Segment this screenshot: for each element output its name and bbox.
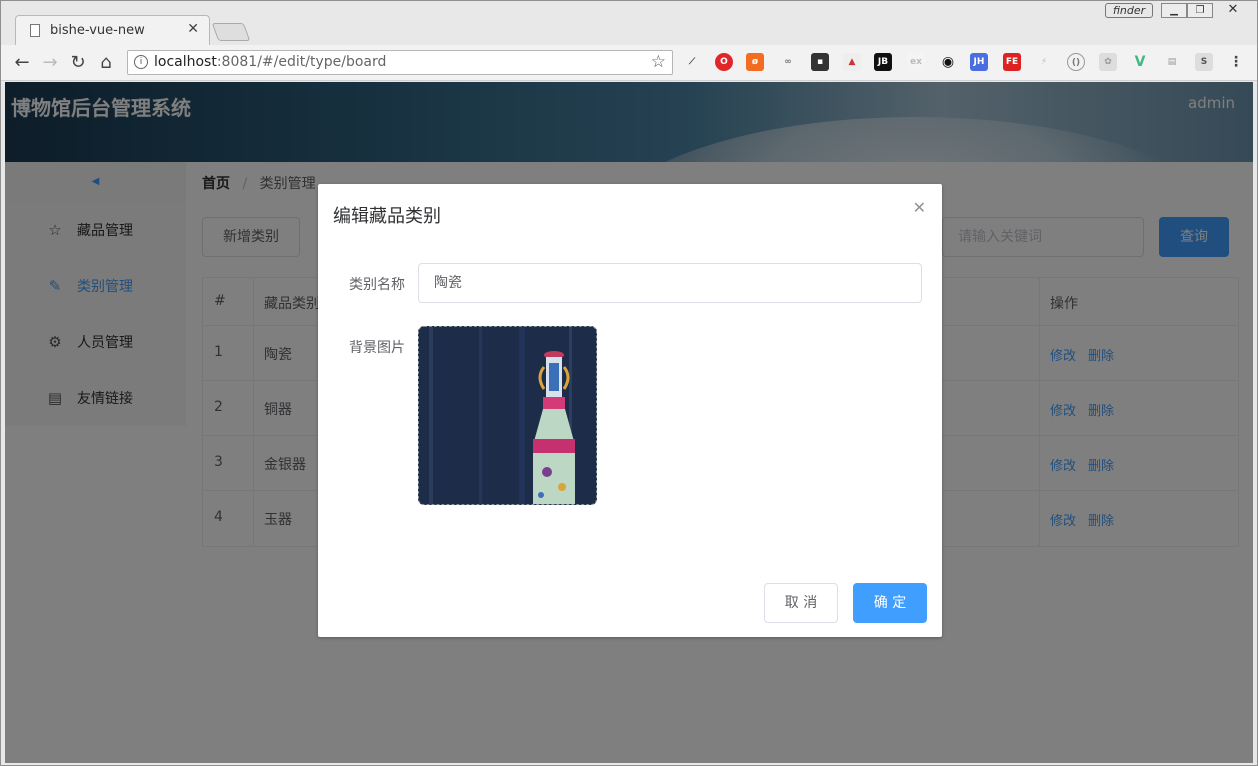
- info-icon[interactable]: i: [134, 55, 148, 69]
- dialog-title: 编辑藏品类别: [333, 206, 441, 227]
- background-image-label: 背景图片: [349, 340, 405, 356]
- forward-icon[interactable]: →: [39, 52, 61, 74]
- minimize-button[interactable]: ▁: [1161, 3, 1187, 18]
- maximize-button[interactable]: ❐: [1187, 3, 1213, 18]
- page: 博物馆后台管理系统 admin ◀ 首页 / 类别管理 ☆ 藏品管理 ✎ 类别管…: [5, 82, 1253, 763]
- address-bar[interactable]: i localhost:8081/#/edit/type/board ☆: [127, 50, 673, 75]
- cancel-button[interactable]: 取 消: [764, 583, 838, 623]
- back-icon[interactable]: ←: [11, 52, 33, 74]
- jetbrains-icon[interactable]: JB: [874, 53, 892, 71]
- extension-icon-10[interactable]: (): [1067, 53, 1085, 71]
- close-icon[interactable]: ✕: [913, 198, 926, 217]
- finder-badge: finder: [1105, 3, 1153, 18]
- extension-icon-9[interactable]: ⚡: [1035, 53, 1053, 71]
- new-tab-button[interactable]: [211, 23, 251, 41]
- extension-icon-4[interactable]: ▪: [811, 53, 829, 71]
- extension-icon-2[interactable]: ø: [746, 53, 764, 71]
- browser-toolbar: ← → ↻ ⌂ i localhost:8081/#/edit/type/boa…: [1, 45, 1257, 81]
- bookmark-star-icon[interactable]: ☆: [651, 52, 666, 72]
- extension-icon-5[interactable]: ▲: [843, 53, 861, 71]
- extension-icon-12[interactable]: ▤: [1163, 53, 1181, 71]
- extension-icon-13[interactable]: S: [1195, 53, 1213, 71]
- image-uploader[interactable]: [418, 326, 597, 505]
- extension-icon-11[interactable]: ✿: [1099, 53, 1117, 71]
- vase-thumbnail: [419, 327, 596, 504]
- extension-icon-7[interactable]: JH: [970, 53, 988, 71]
- reload-icon[interactable]: ↻: [67, 52, 89, 74]
- tab-close-icon[interactable]: ✕: [187, 21, 199, 37]
- home-icon[interactable]: ⌂: [95, 52, 117, 74]
- browser-tab[interactable]: bishe-vue-new ✕: [15, 15, 210, 45]
- menu-icon[interactable]: ⋮: [1227, 53, 1245, 71]
- tab-title: bishe-vue-new: [50, 23, 145, 38]
- extension-icon-1[interactable]: ⟋: [683, 53, 701, 71]
- url-text: localhost:8081/#/edit/type/board: [154, 54, 387, 70]
- category-name-input[interactable]: 陶瓷: [418, 263, 922, 303]
- category-name-label: 类别名称: [349, 277, 405, 293]
- browser-window: bishe-vue-new ✕ finder ▁ ❐ ✕ ← → ↻ ⌂ i l…: [0, 0, 1258, 766]
- edit-category-dialog: 编辑藏品类别 ✕ 类别名称 陶瓷 背景图片 取 消 确 定: [318, 184, 942, 637]
- eye-icon[interactable]: ◉: [939, 53, 957, 71]
- extension-icon-6[interactable]: ex: [907, 53, 925, 71]
- extension-icon-3[interactable]: ∞: [779, 53, 797, 71]
- tab-strip: bishe-vue-new ✕ finder ▁ ❐ ✕: [1, 1, 1257, 45]
- document-icon: [30, 24, 40, 37]
- opera-icon[interactable]: O: [715, 53, 733, 71]
- confirm-button[interactable]: 确 定: [853, 583, 927, 623]
- vue-devtools-icon[interactable]: V: [1131, 53, 1149, 71]
- window-close-button[interactable]: ✕: [1213, 3, 1253, 18]
- extension-icon-8[interactable]: FE: [1003, 53, 1021, 71]
